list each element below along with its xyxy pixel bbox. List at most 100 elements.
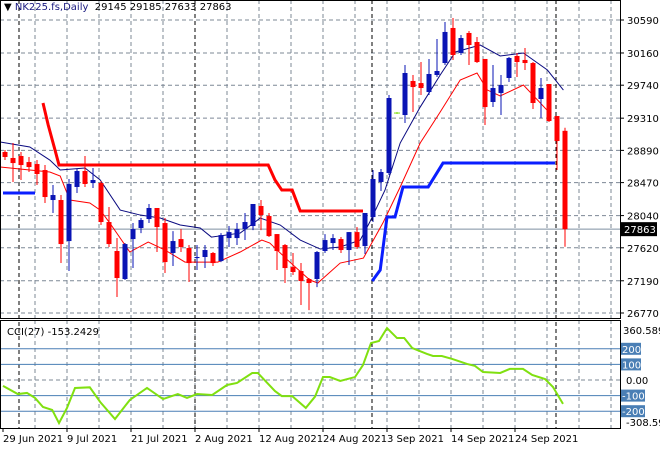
candle xyxy=(322,234,328,254)
candle-body xyxy=(170,241,176,254)
ohlc-values: 29145 29185 27633 27863 xyxy=(94,2,232,13)
candle-body xyxy=(482,58,488,108)
price-tick-label: 28890 xyxy=(627,146,659,157)
candle-body xyxy=(506,57,512,78)
axes: 30590 30160 29740 29310 28890 28470 28040 27620… xyxy=(2,16,660,445)
symbol-label: NK225.fs,Daily xyxy=(14,2,89,13)
candle xyxy=(522,47,528,71)
candle-body xyxy=(410,80,416,88)
cci-level-label: 100 xyxy=(622,360,641,371)
chart-header: ▼ NK225.fs,Daily 29145 29185 27633 27863 xyxy=(4,2,232,13)
candle xyxy=(554,116,560,171)
candle xyxy=(458,34,464,55)
candle-body xyxy=(10,157,16,164)
cci-panel xyxy=(0,326,620,426)
candle xyxy=(426,58,432,96)
candle xyxy=(562,127,568,247)
candle xyxy=(186,245,192,283)
candle xyxy=(474,36,480,64)
candle-body xyxy=(418,83,424,89)
price-tick-label: 27190 xyxy=(627,277,659,288)
candle-body xyxy=(282,245,288,269)
cci-min-label: -308.593 xyxy=(626,418,660,429)
candle-body xyxy=(466,32,472,46)
candle xyxy=(10,143,16,182)
candle-body xyxy=(178,239,184,248)
candle-body xyxy=(2,152,8,157)
grid xyxy=(0,0,620,428)
stop-line-red xyxy=(41,102,363,213)
price-tick-label: 30590 xyxy=(627,16,659,27)
candle-body xyxy=(202,250,208,258)
candle xyxy=(506,56,512,82)
date-tick-label: 24 Aug 2021 xyxy=(323,434,387,445)
candle-body xyxy=(330,238,336,244)
candle xyxy=(434,39,440,77)
candle xyxy=(178,229,184,253)
candle-body xyxy=(186,248,192,264)
collapse-triangle-icon[interactable]: ▼ xyxy=(4,2,15,13)
candle xyxy=(98,180,104,226)
candle xyxy=(218,233,224,263)
date-tick-label: 12 Aug 2021 xyxy=(259,434,323,445)
candle-body xyxy=(34,164,40,175)
date-tick-label: 2 Aug 2021 xyxy=(195,434,253,445)
candle-body xyxy=(338,239,344,251)
date-tick-label: 29 Jun 2021 xyxy=(3,434,63,445)
price-tick-label: 30160 xyxy=(627,49,659,60)
cci-level-label: 200 xyxy=(622,345,641,356)
candle-body xyxy=(346,232,352,251)
candle-body xyxy=(498,85,504,94)
candle xyxy=(50,184,56,213)
candle-body xyxy=(490,88,496,102)
cci-level-label: -200 xyxy=(622,407,645,418)
candle-body xyxy=(450,27,456,55)
candle-body xyxy=(362,212,368,247)
candle xyxy=(538,77,544,119)
candle xyxy=(170,231,176,267)
candle xyxy=(306,278,312,311)
candle-body xyxy=(58,200,64,245)
candle xyxy=(242,212,248,241)
candle-body xyxy=(98,182,104,223)
candle-body xyxy=(258,205,264,216)
candle xyxy=(106,206,112,248)
candle-body xyxy=(26,162,32,168)
candle-body xyxy=(546,84,552,122)
candle xyxy=(266,212,272,238)
candle-body xyxy=(522,59,528,64)
candle-body xyxy=(298,271,304,282)
candle xyxy=(354,227,360,250)
price-chart[interactable]: 30590 30160 29740 29310 28890 28470 28040 27620… xyxy=(0,0,660,450)
candle-body xyxy=(266,216,272,237)
candle xyxy=(402,65,408,124)
candle-body xyxy=(66,183,72,242)
candle xyxy=(338,237,344,254)
candle xyxy=(66,178,72,272)
candle-body xyxy=(322,240,328,252)
candle-body xyxy=(218,235,224,262)
candle xyxy=(546,84,552,123)
candle-body xyxy=(138,220,144,229)
candle-body xyxy=(538,88,544,100)
candle xyxy=(42,165,48,204)
candle xyxy=(530,62,536,110)
candle-body xyxy=(562,130,568,230)
current-price-label: 27863 xyxy=(624,225,656,236)
candle-body xyxy=(154,207,160,228)
candle xyxy=(74,169,80,193)
candle-body xyxy=(386,98,392,174)
candle-body xyxy=(290,267,296,273)
candle-body xyxy=(370,178,376,218)
candle xyxy=(202,245,208,269)
candle-body xyxy=(514,55,520,63)
candle-body xyxy=(554,116,560,142)
cci-label: CCI(27) -153.2429 xyxy=(7,327,99,338)
candle-body xyxy=(426,73,432,93)
candle-body xyxy=(442,31,448,64)
date-tick-label: 24 Sep 2021 xyxy=(515,434,578,445)
cci-level-label: -100 xyxy=(622,392,645,403)
candle-body xyxy=(306,279,312,284)
candle-body xyxy=(106,222,112,245)
cci-line xyxy=(2,326,564,426)
